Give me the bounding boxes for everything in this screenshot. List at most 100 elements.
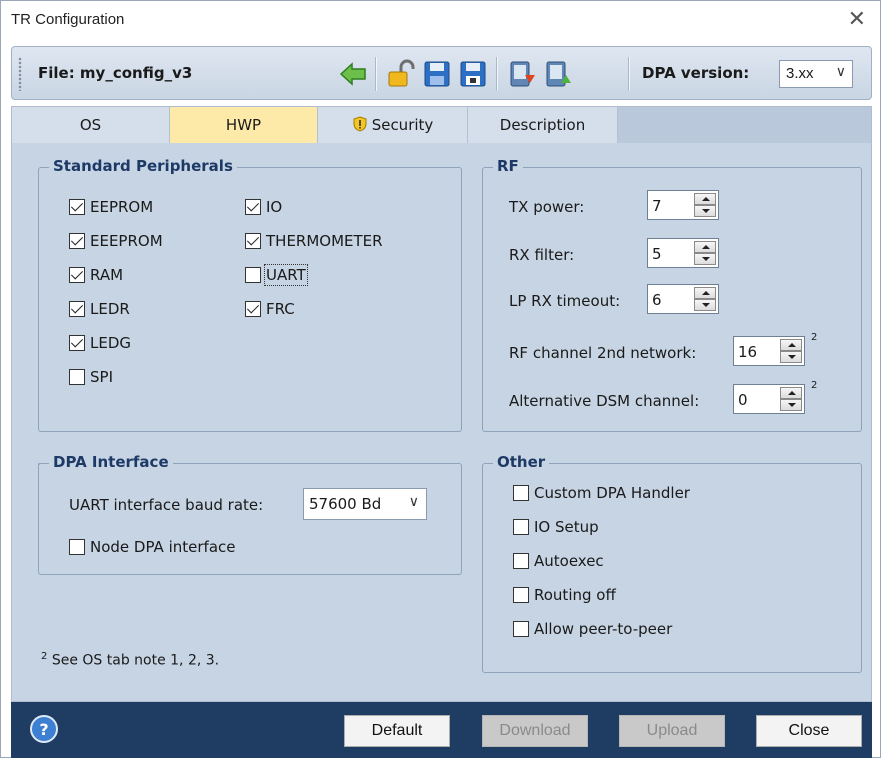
help-icon[interactable]: ? <box>29 714 59 744</box>
tab-security-label: Security <box>371 116 434 134</box>
save-icon[interactable] <box>422 59 452 89</box>
toolbar-separator <box>375 57 377 91</box>
spinner-up-icon[interactable] <box>780 339 802 351</box>
ledg-checkbox[interactable]: LEDG <box>69 334 131 352</box>
tab-strip: OS HWP Security Description <box>12 107 871 143</box>
footnote-text: See OS tab note 1, 2, 3. <box>51 652 220 669</box>
file-name-label: File: my_config_v3 <box>38 64 193 82</box>
close-button[interactable]: Close <box>756 715 862 747</box>
tr-configuration-window: TR Configuration ✕ File: my_config_v3 DP… <box>0 0 881 758</box>
eeprom-label: EEPROM <box>90 198 154 216</box>
hwp-panel: OS HWP Security Description Standard Per… <box>11 106 872 702</box>
checkbox-box <box>245 301 261 317</box>
rx-filter-value: 5 <box>652 245 662 263</box>
ram-checkbox[interactable]: RAM <box>69 266 123 284</box>
frc-checkbox[interactable]: FRC <box>245 300 295 318</box>
spi-checkbox[interactable]: SPI <box>69 368 113 386</box>
spinner-down-icon[interactable] <box>780 399 802 411</box>
spinner-down-icon[interactable] <box>780 351 802 363</box>
close-window-icon[interactable]: ✕ <box>848 7 866 31</box>
checkbox-box <box>69 539 85 555</box>
thermometer-checkbox[interactable]: THERMOMETER <box>245 232 383 250</box>
thermometer-label: THERMOMETER <box>266 232 383 250</box>
alt-dsm-channel-spinner[interactable]: 0 <box>733 384 805 414</box>
node-dpa-interface-label: Node DPA interface <box>90 538 236 556</box>
back-arrow-icon[interactable] <box>338 59 368 89</box>
spinner-up-icon[interactable] <box>694 193 716 205</box>
checkbox-box <box>513 587 529 603</box>
checkbox-box <box>245 199 261 215</box>
eeprom-checkbox[interactable]: EEPROM <box>69 198 153 216</box>
rf-channel-2nd-spinner[interactable]: 16 <box>733 336 805 366</box>
default-button[interactable]: Default <box>344 715 450 747</box>
tab-hwp[interactable]: HWP <box>170 107 318 143</box>
toolbar-separator <box>496 57 498 91</box>
rf-channel-2nd-label: RF channel 2nd network: <box>509 344 697 362</box>
footnote-marker: 2 <box>811 332 818 343</box>
tx-power-spinner[interactable]: 7 <box>647 190 719 220</box>
footnote-marker: 2 <box>811 380 818 391</box>
unlock-icon[interactable] <box>386 59 416 89</box>
checkbox-box <box>245 267 261 283</box>
dpa-version-select[interactable]: 3.xx ∨ <box>779 60 853 88</box>
checkbox-box <box>69 267 85 283</box>
tab-description[interactable]: Description <box>468 107 618 143</box>
allow-peer-to-peer-checkbox[interactable]: Allow peer-to-peer <box>513 620 672 638</box>
spinner-down-icon[interactable] <box>694 205 716 217</box>
checkbox-box <box>69 369 85 385</box>
spinner-down-icon[interactable] <box>694 253 716 265</box>
checkbox-box <box>513 553 529 569</box>
other-title: Other <box>493 453 550 471</box>
download-button[interactable]: Download <box>482 715 588 747</box>
routing-off-checkbox[interactable]: Routing off <box>513 586 616 604</box>
toolbar-grip[interactable] <box>18 57 22 91</box>
title-bar: TR Configuration ✕ <box>1 1 880 41</box>
shield-warning-icon <box>353 116 367 132</box>
spinner-up-icon[interactable] <box>694 241 716 253</box>
lp-rx-timeout-spinner[interactable]: 6 <box>647 284 719 314</box>
standard-peripherals-title: Standard Peripherals <box>49 157 237 175</box>
rx-filter-spinner[interactable]: 5 <box>647 238 719 268</box>
download-to-device-icon[interactable] <box>507 59 537 89</box>
dpa-interface-frame: DPA Interface UART interface baud rate: … <box>38 453 462 575</box>
tab-hwp-label: HWP <box>225 116 262 134</box>
tab-security[interactable]: Security <box>318 107 468 143</box>
tab-description-label: Description <box>499 116 586 134</box>
tab-os[interactable]: OS <box>12 107 170 143</box>
save-as-icon[interactable] <box>458 59 488 89</box>
spinner-up-icon[interactable] <box>780 387 802 399</box>
tx-power-value: 7 <box>652 197 662 215</box>
io-checkbox[interactable]: IO <box>245 198 282 216</box>
upload-button[interactable]: Upload <box>619 715 725 747</box>
custom-dpa-handler-checkbox[interactable]: Custom DPA Handler <box>513 484 690 502</box>
eeeprom-checkbox[interactable]: EEEPROM <box>69 232 163 250</box>
checkbox-box <box>245 233 261 249</box>
autoexec-checkbox[interactable]: Autoexec <box>513 552 604 570</box>
ledr-checkbox[interactable]: LEDR <box>69 300 130 318</box>
standard-peripherals-group: Standard Peripherals EEPROM EEEPROM RAM … <box>38 157 462 432</box>
footnote: 2 See OS tab note 1, 2, 3. <box>41 651 219 669</box>
io-setup-label: IO Setup <box>534 518 599 536</box>
rf-channel-2nd-value: 16 <box>738 343 758 361</box>
spinner-up-icon[interactable] <box>694 287 716 299</box>
dpa-version-value: 3.xx <box>786 65 814 82</box>
io-setup-checkbox[interactable]: IO Setup <box>513 518 599 536</box>
ledg-label: LEDG <box>90 334 132 352</box>
uart-checkbox[interactable]: UART <box>245 264 308 286</box>
uart-baud-rate-select[interactable]: 57600 Bd ∨ <box>303 488 427 520</box>
frc-label: FRC <box>266 300 295 318</box>
chevron-down-icon: ∨ <box>835 63 846 79</box>
checkbox-box <box>513 621 529 637</box>
rx-filter-label: RX filter: <box>509 246 575 264</box>
alt-dsm-channel-value: 0 <box>738 391 748 409</box>
upload-from-device-icon[interactable] <box>543 59 573 89</box>
eeeprom-label: EEEPROM <box>90 232 163 250</box>
toolbar: File: my_config_v3 DPA version: 3.xx ∨ <box>11 46 872 100</box>
tab-os-label: OS <box>79 116 102 134</box>
node-dpa-interface-checkbox[interactable]: Node DPA interface <box>69 538 235 556</box>
tx-power-label: TX power: <box>509 198 585 216</box>
bottom-bar: ? Default Download Upload Close <box>11 702 872 758</box>
footnote-marker: 2 <box>41 651 48 662</box>
uart-baud-rate-value: 57600 Bd <box>309 495 382 513</box>
spinner-down-icon[interactable] <box>694 299 716 311</box>
